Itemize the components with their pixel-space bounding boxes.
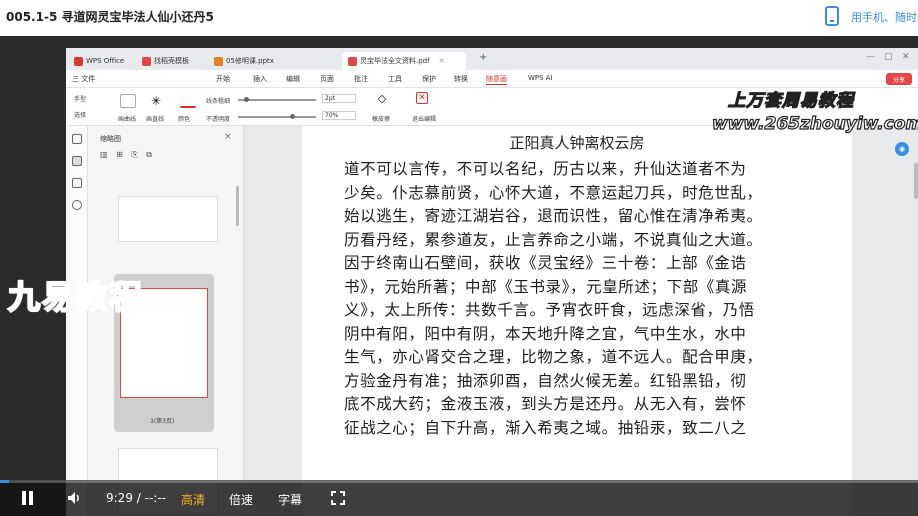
tab-label: 灵宝毕法全文资料.pdf <box>360 57 430 65</box>
menu-freehand[interactable]: 随意画 <box>486 74 507 85</box>
thumbnail-icon[interactable] <box>72 156 82 166</box>
assistant-icon[interactable]: ◉ <box>895 142 909 156</box>
thumbnail-tools[interactable]: ▥ ⊞ ⎘ ⧉ <box>100 150 155 160</box>
menu-start[interactable]: 开始 <box>216 74 230 84</box>
tab-templates[interactable]: 找稻壳模板 <box>142 52 189 70</box>
document-line: 历看丹经，累参道友，止言养命之小端，不说真仙之大道。 <box>344 230 763 249</box>
video-player[interactable]: WPS Office 找稻壳模板 05修明课.pptx 灵宝毕法全文资料.pdf… <box>0 36 918 516</box>
volume-icon[interactable] <box>66 490 82 506</box>
document-line: 书》，元始所著；中部《玉书录》，元皇所述；下部《真源 <box>344 277 748 296</box>
tab-label: WPS Office <box>86 57 125 65</box>
document-line: 底不成大药；金液玉液，到头方是还丹。从无入有，尝怀 <box>344 395 747 413</box>
menu-protect[interactable]: 保护 <box>422 74 436 84</box>
menu-tools[interactable]: 工具 <box>388 74 402 84</box>
thumbnail-panel: 缩略图 × ▥ ⊞ ⎘ ⧉ 3(第3页) <box>88 126 244 516</box>
watermark-top: 上万套周易教程 <box>727 90 854 111</box>
bookmark-icon[interactable] <box>72 134 82 144</box>
exit-edit-icon[interactable]: ✕ <box>416 92 428 104</box>
progress-bar[interactable] <box>0 480 918 483</box>
line-width-select[interactable]: 2pt <box>322 94 356 103</box>
pen-color-icon[interactable] <box>180 94 196 108</box>
page-title: 005.1-5 寻道网灵宝毕法人仙小还丹5 <box>6 10 214 24</box>
attachment-icon[interactable] <box>72 200 82 210</box>
playback-time: 9:29 / --:-- <box>106 491 166 505</box>
phone-icon[interactable] <box>825 6 839 26</box>
progress-fill <box>0 480 10 483</box>
pdf-icon <box>348 56 357 66</box>
menu-convert[interactable]: 转换 <box>454 74 468 84</box>
fullscreen-icon[interactable] <box>331 491 345 505</box>
eraser-icon[interactable]: ◇ <box>374 92 390 106</box>
document-line: 因于终南山石壁间，获收《灵宝经》三十卷：上部《金诰 <box>344 254 747 272</box>
menu-edit[interactable]: 编辑 <box>286 74 300 84</box>
menu-insert[interactable]: 插入 <box>253 74 267 84</box>
document-scrollbar[interactable] <box>914 163 918 199</box>
wps-tab-bar: WPS Office 找稻壳模板 05修明课.pptx 灵宝毕法全文资料.pdf… <box>66 48 918 70</box>
menu-page[interactable]: 页面 <box>320 74 334 84</box>
template-icon <box>142 56 151 66</box>
player-controls: 9:29 / --:-- 高清 倍速 字幕 <box>0 480 918 516</box>
line-width-label: 线条粗细 <box>206 98 231 105</box>
curve-icon[interactable] <box>120 94 136 108</box>
document-line: 少矣。仆志慕前贤，心怀大道，不意运起刀兵，时危世乱， <box>344 183 763 202</box>
page-header: 005.1-5 寻道网灵宝毕法人仙小还丹5 用手机、随时 <box>0 0 918 36</box>
watermark-url: www.265zhouyiw.com <box>711 113 918 134</box>
document-line: 始以逃生，寄迹江湖岩谷，退而识性，留心惟在清净希夷。 <box>344 207 763 225</box>
thumbnail-page-3-label: 3(第3页) <box>150 418 175 425</box>
pptx-icon <box>214 56 223 66</box>
tab-pptx[interactable]: 05修明课.pptx <box>214 52 274 70</box>
select-tool[interactable]: 选择 <box>74 110 86 119</box>
phone-link[interactable]: 用手机、随时 <box>851 9 917 25</box>
document-line: 方验金丹有准；抽添卯酉，自然火候无差。红铅黑铅，彻 <box>344 371 747 390</box>
pause-icon[interactable] <box>22 491 34 505</box>
page: 005.1-5 寻道网灵宝毕法人仙小还丹5 用手机、随时 WPS Office … <box>0 0 918 516</box>
maximize-icon[interactable]: ▢ <box>884 52 893 62</box>
opacity-label: 不透明度 <box>206 116 231 123</box>
thumbnail-page-2[interactable] <box>118 196 218 242</box>
minimize-icon[interactable]: — <box>866 52 875 62</box>
document-line: 阴中有阳，阳中有阴，本天地升降之宜，气中生水，水中 <box>344 324 747 343</box>
draw-line-label: 画直线 <box>146 116 165 123</box>
tab-pdf[interactable]: 灵宝毕法全文资料.pdf ✕ <box>342 52 466 70</box>
speed-button[interactable]: 倍速 <box>229 491 253 508</box>
hand-tool[interactable]: 手型 <box>74 94 86 103</box>
window-close-icon[interactable]: ✕ <box>902 52 910 62</box>
thumbnail-panel-title: 缩略图 <box>100 135 121 143</box>
eraser-label: 橡皮擦 <box>372 116 391 123</box>
close-icon[interactable]: ✕ <box>439 57 445 65</box>
document-line: 义》，太上所传：共数千言。予宵衣旰食，远虑深省，乃悟 <box>344 301 755 319</box>
document-page: 正阳真人钟离权云房 道不可以言传，不可以名纪，历古以来，升仙达道者不为 少矣。仆… <box>302 126 852 516</box>
document-area: 正阳真人钟离权云房 道不可以言传，不可以名纪，历古以来，升仙达道者不为 少矣。仆… <box>244 126 918 516</box>
opacity-slider[interactable] <box>238 116 316 118</box>
opacity-knob[interactable] <box>290 114 295 119</box>
channel-logo: 九易教程 <box>7 277 145 317</box>
exit-edit-label: 退出编辑 <box>412 116 437 123</box>
draw-curve-label: 画曲线 <box>118 116 137 123</box>
menu-wps-ai[interactable]: WPS AI <box>528 74 553 82</box>
menu-file[interactable]: 三 文件 <box>72 74 95 84</box>
line-width-knob[interactable] <box>244 97 249 102</box>
tab-label: 05修明课.pptx <box>226 57 274 65</box>
document-line: 生气，亦心肾交合之理，比物之象，道不远人。配合甲庚， <box>344 348 763 366</box>
document-heading: 正阳真人钟离权云房 <box>509 134 645 152</box>
menu-comment[interactable]: 批注 <box>354 74 368 84</box>
line-icon[interactable]: ✳ <box>148 94 164 108</box>
subtitle-button[interactable]: 字幕 <box>278 491 302 508</box>
line-width-slider[interactable] <box>238 99 316 101</box>
wps-logo-icon <box>74 56 83 66</box>
thumbnail-close-icon[interactable]: × <box>224 132 232 142</box>
quality-button[interactable]: 高清 <box>181 491 205 508</box>
document-line: 道不可以言传，不可以名纪，历古以来，升仙达道者不为 <box>344 160 747 178</box>
new-tab-button[interactable]: + <box>479 52 487 63</box>
thumbnail-scrollbar[interactable] <box>236 186 239 226</box>
comment-icon[interactable] <box>72 178 82 188</box>
document-body: 道不可以言传，不可以名纪，历古以来，升仙达道者不为 少矣。仆志慕前贤，心怀大道，… <box>344 158 814 440</box>
tab-label: 找稻壳模板 <box>154 57 189 65</box>
tab-wps-office[interactable]: WPS Office <box>74 52 124 70</box>
opacity-select[interactable]: 70% <box>322 111 356 120</box>
left-icon-bar <box>66 126 88 516</box>
share-button[interactable]: 分享 <box>886 73 912 85</box>
color-label: 颜色 <box>178 116 191 123</box>
document-line: 征战之心；自下升高，渐入希夷之域。抽铅汞，致二八之 <box>344 418 747 437</box>
